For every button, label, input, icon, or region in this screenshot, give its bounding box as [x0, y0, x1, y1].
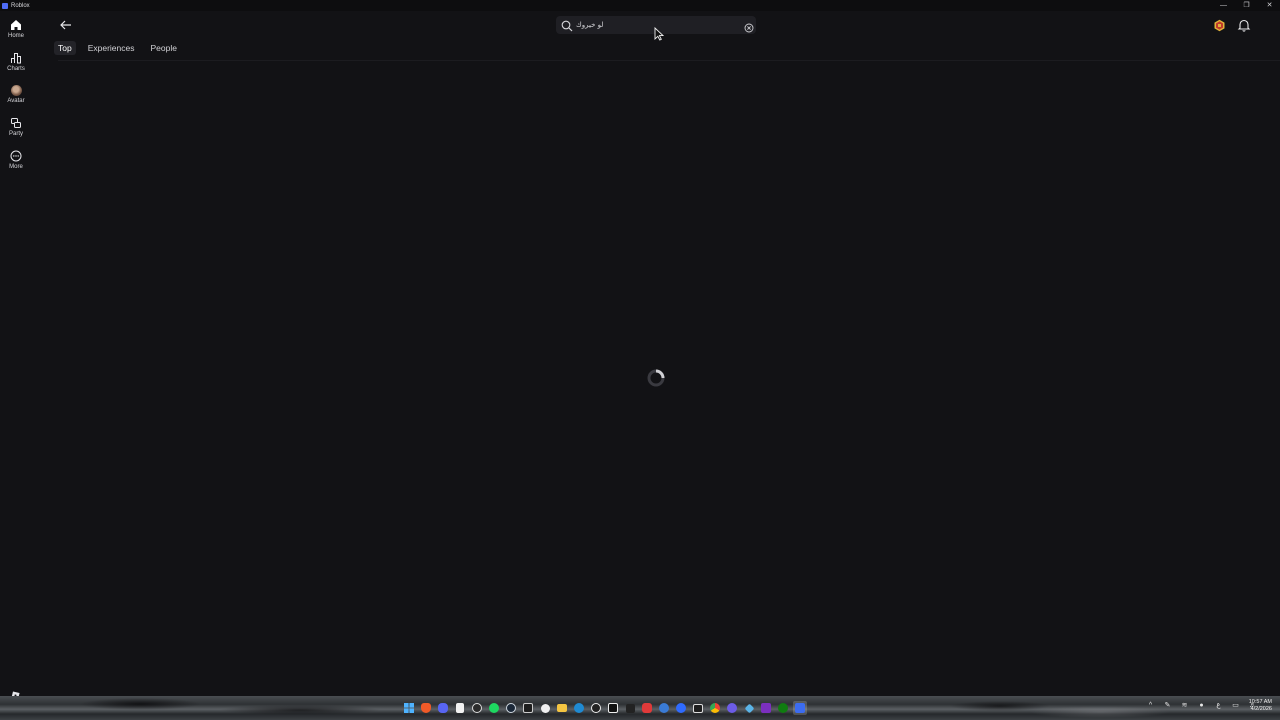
diamond-app-icon[interactable]: [742, 701, 756, 715]
edge-icon[interactable]: [572, 701, 586, 715]
home-icon: [10, 19, 22, 31]
roblox-app-icon: [2, 2, 8, 9]
terminal-icon[interactable]: [521, 701, 535, 715]
taskbar-clock[interactable]: 10:57 AM 4/2/2026: [1249, 699, 1272, 713]
xbox-icon[interactable]: [776, 701, 790, 715]
g-app-icon[interactable]: [589, 701, 603, 715]
tab-people[interactable]: People: [151, 41, 177, 55]
blue-app-icon[interactable]: [657, 701, 671, 715]
sidebar-item-label: Party: [8, 131, 23, 137]
github-icon[interactable]: [538, 701, 552, 715]
windows-start-icon[interactable]: [402, 701, 416, 715]
microphone-icon[interactable]: ●: [1197, 702, 1206, 709]
purple-app-icon[interactable]: [759, 701, 773, 715]
sidebar-item-label: Charts: [7, 66, 25, 72]
discord-icon[interactable]: [436, 701, 450, 715]
charts-icon: [10, 52, 22, 64]
loading-spinner: [646, 368, 666, 388]
tab-top[interactable]: Top: [54, 41, 76, 55]
steam-icon[interactable]: [504, 701, 518, 715]
party-icon: [10, 117, 22, 129]
chrome-icon[interactable]: [708, 701, 722, 715]
roblox-logo-icon[interactable]: [11, 687, 20, 700]
arrow-left-icon: [60, 20, 71, 30]
robux-button[interactable]: [1213, 19, 1226, 32]
folder-icon[interactable]: [555, 701, 569, 715]
system-tray: ^ ✎ ≋ ● ع ▭ ♬: [1146, 701, 1257, 710]
sidebar-item-label: More: [9, 164, 23, 170]
tab-experiences[interactable]: Experiences: [88, 41, 135, 55]
red-app-icon[interactable]: [640, 701, 654, 715]
window-titlebar: Roblox — ❐ ✕: [0, 0, 1280, 11]
play-app-icon[interactable]: [725, 701, 739, 715]
video-app-icon[interactable]: [691, 701, 705, 715]
avatar: [10, 84, 22, 96]
avatar-icon: [10, 84, 22, 96]
display-icon[interactable]: ▭: [1231, 701, 1240, 709]
clear-icon: [744, 23, 754, 33]
brave-browser-icon[interactable]: [419, 701, 433, 715]
left-sidebar: Home Charts Avatar Party More: [0, 11, 32, 700]
clock-time: 10:57 AM: [1248, 699, 1272, 705]
sidebar-item-label: Home: [7, 33, 24, 39]
media-icon[interactable]: [623, 701, 637, 715]
clear-search-button[interactable]: [744, 20, 754, 33]
minimize-button[interactable]: —: [1219, 0, 1228, 11]
obs-icon[interactable]: [470, 701, 484, 715]
notifications-button[interactable]: [1237, 18, 1251, 32]
network-icon[interactable]: ≋: [1180, 701, 1189, 709]
bell-icon: [1237, 19, 1251, 32]
pen-icon[interactable]: ✎: [1163, 701, 1172, 709]
sidebar-item-home[interactable]: Home: [0, 19, 32, 39]
sidebar-item-avatar[interactable]: Avatar: [0, 84, 32, 104]
maximize-button[interactable]: ❐: [1242, 0, 1251, 11]
back-button[interactable]: [58, 18, 74, 32]
taskbar-apps: [402, 701, 807, 715]
sidebar-item-label: Avatar: [7, 98, 25, 104]
capcut-icon[interactable]: [606, 701, 620, 715]
search-tabs: Top Experiences People: [54, 41, 193, 55]
spotify-icon[interactable]: [487, 701, 501, 715]
close-button[interactable]: ✕: [1265, 0, 1274, 11]
roblox-taskbar-icon[interactable]: [793, 701, 807, 715]
sidebar-item-charts[interactable]: Charts: [0, 52, 32, 72]
mouse-cursor-icon: [654, 26, 665, 41]
window-title: Roblox: [11, 2, 30, 9]
file-icon[interactable]: [453, 701, 467, 715]
robux-icon: [1214, 19, 1225, 32]
header-divider: [58, 60, 1280, 61]
sidebar-item-more[interactable]: More: [0, 150, 32, 170]
windows-taskbar: ^ ✎ ≋ ● ع ▭ ♬ 10:57 AM 4/2/2026: [0, 696, 1280, 720]
clock-date: 4/2/2026: [1250, 706, 1272, 712]
sidebar-item-party[interactable]: Party: [0, 117, 32, 137]
more-icon: [10, 150, 22, 162]
messenger-icon[interactable]: [674, 701, 688, 715]
chevron-up-icon[interactable]: ^: [1146, 702, 1155, 709]
search-icon: [561, 19, 573, 32]
keyboard-language-indicator[interactable]: ع: [1214, 701, 1223, 709]
window-controls: — ❐ ✕: [1219, 0, 1274, 11]
